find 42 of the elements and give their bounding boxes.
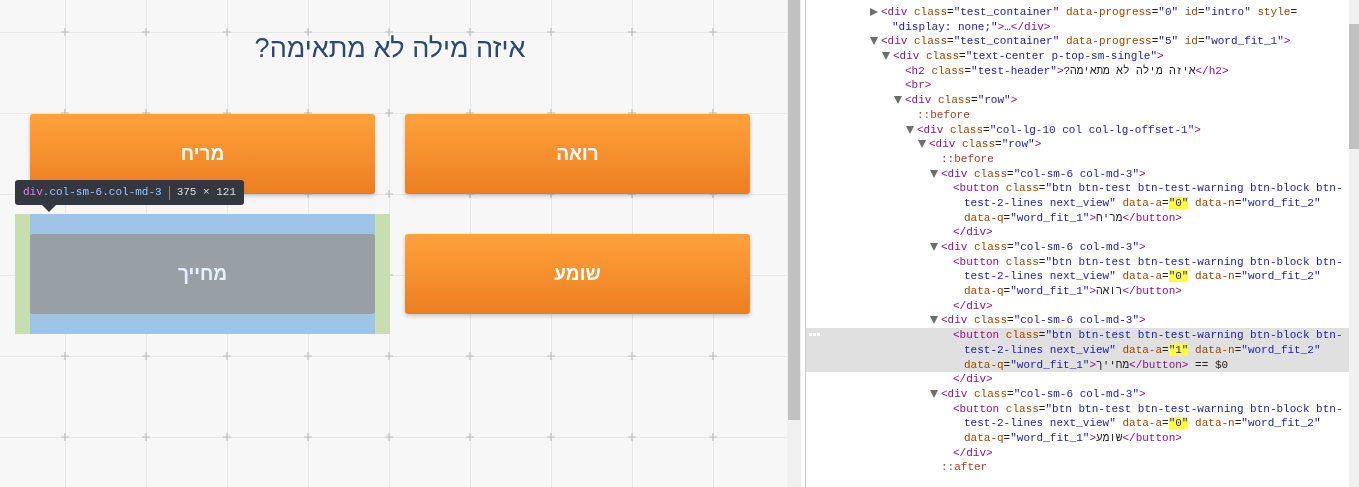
code-line: </div>: [953, 225, 993, 240]
code-line: <div class="row">: [905, 93, 1018, 108]
expanded-triangle-icon[interactable]: [894, 96, 902, 105]
collapsed-triangle-icon[interactable]: [870, 8, 878, 16]
expanded-triangle-icon[interactable]: [930, 169, 938, 178]
code-line: </div>: [953, 372, 993, 387]
code-line: <button class="btn btn-test btn-test-warning btn-block btn-: [953, 328, 1343, 343]
code-line: <button class="btn btn-test btn-test-warning btn-block btn-: [953, 401, 1343, 417]
code-line: </div>: [953, 298, 993, 314]
code-line: <br>: [905, 78, 932, 94]
code-line: <button class="btn btn-test btn-test-warning btn-block btn-: [953, 254, 1343, 270]
code-line: test-2-lines next_view" data-a="0" data-n="word_fit_2": [964, 416, 1321, 431]
expanded-triangle-icon[interactable]: [870, 37, 878, 46]
expanded-triangle-icon[interactable]: [882, 52, 890, 61]
scrollbar-thumb[interactable]: [1349, 24, 1359, 149]
question-heading: ?איזה מילה לא מתאימה: [254, 31, 526, 65]
code-line: <div class="row">: [929, 137, 1042, 152]
code-line: <div class="col-sm-6 col-md-3">: [941, 240, 1146, 255]
code-line: <div class="col-sm-6 col-md-3">: [941, 386, 1146, 402]
expanded-triangle-icon[interactable]: [930, 389, 938, 398]
scrollbar-thumb[interactable]: [788, 0, 800, 420]
expanded-triangle-icon[interactable]: [906, 125, 914, 134]
code-line: ::after: [941, 460, 988, 475]
code-line: </div>: [953, 445, 993, 461]
code-line: <div class="col-sm-6 col-md-3">: [941, 166, 1146, 182]
answer-button[interactable]: רואה: [405, 114, 750, 194]
answer-button[interactable]: מחייך: [30, 234, 375, 314]
code-line: test-2-lines next_view" data-a="1" data-n="word_fit_2": [964, 342, 1321, 358]
code-line: ::before: [917, 107, 970, 123]
code-line: test-2-lines next_view" data-a="0" data-n="word_fit_2": [964, 269, 1321, 285]
code-line: ::before: [941, 151, 994, 167]
code-line: <div class="col-sm-6 col-md-3">: [941, 313, 1146, 329]
code-line: <button class="btn btn-test btn-test-warning btn-block btn-: [953, 181, 1343, 196]
code-line: test-2-lines next_view" data-a="0" data-n="word_fit_2": [964, 195, 1321, 211]
code-line: <div class="test_container" data-progress="0" id="intro" style=: [881, 5, 1297, 20]
code-line: <div class="text-center p-top-sm-single">: [893, 49, 1164, 64]
code-line: <div class="col-lg-10 col col-lg-offset-1">: [917, 122, 1201, 138]
expanded-triangle-icon[interactable]: [930, 243, 938, 251]
code-line: <div class="test_container" data-progress="5" id="word_fit_1">: [881, 34, 1291, 50]
answer-button[interactable]: שומע: [405, 234, 750, 314]
expanded-triangle-icon[interactable]: [918, 140, 926, 149]
code-line: "display: none;">…</div>: [892, 19, 1051, 35]
